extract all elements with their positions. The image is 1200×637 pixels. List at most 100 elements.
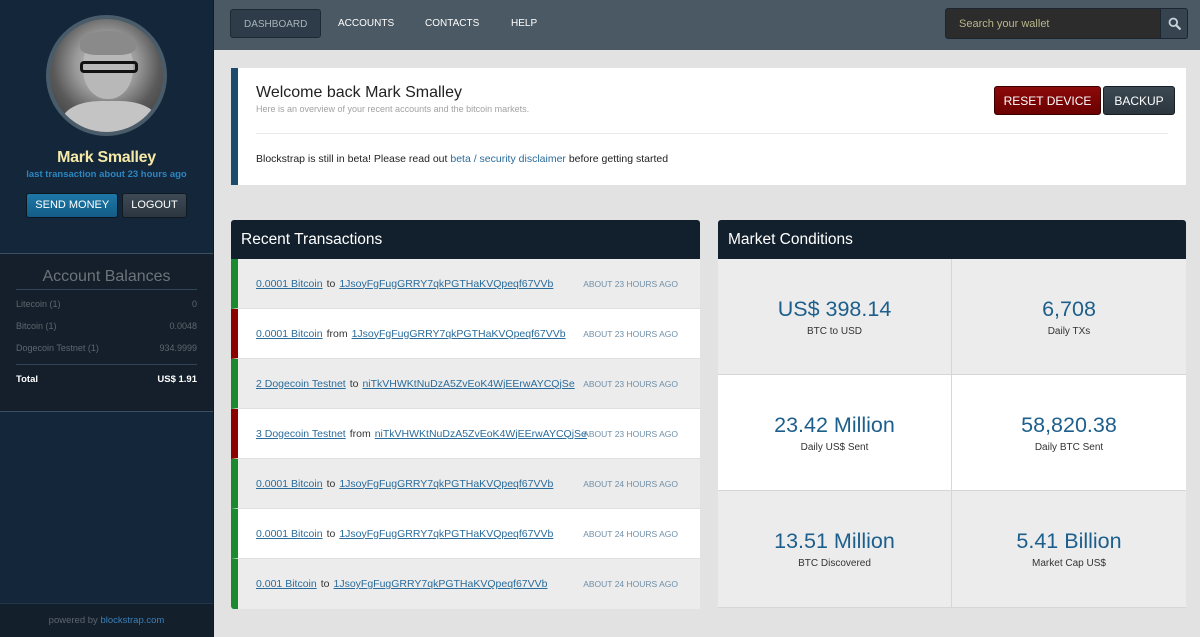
sidebar: Mark Smalley last transaction about 23 h… <box>0 0 214 637</box>
reset-device-button[interactable]: RESET DEVICE <box>994 86 1101 115</box>
transaction-time: ABOUT 23 HOURS AGO <box>583 328 678 339</box>
transaction-amount-link[interactable]: 0.0001 Bitcoin <box>256 278 323 290</box>
market-stats-grid: US$ 398.14 BTC to USD 6,708 Daily TXs 23.42 … <box>718 259 1186 608</box>
send-money-button[interactable]: SEND MONEY <box>26 193 119 218</box>
transaction-address-link[interactable]: niTkVHWKtNuDzA5ZvEoK4WjEErwAYCQjSe <box>362 378 574 390</box>
balance-row-bitcoin[interactable]: Bitcoin (1) 0.0048 <box>16 315 197 337</box>
welcome-divider <box>256 133 1168 134</box>
market-stat-value: 13.51 Million <box>774 529 895 553</box>
avatar[interactable] <box>46 15 167 136</box>
market-stat-cell: 58,820.38 Daily BTC Sent <box>952 375 1186 491</box>
powered-by-text: powered by <box>48 615 98 626</box>
market-stat-label: BTC to USD <box>806 325 862 337</box>
transaction-direction: to <box>326 277 336 290</box>
transaction-amount-link[interactable]: 0.0001 Bitcoin <box>256 328 323 340</box>
market-stat-value: 6,708 <box>1042 296 1096 321</box>
transaction-address-link[interactable]: 1JsoyFgFugGRRY7qkPGTHaKVQpeqf67VVb <box>339 528 553 540</box>
market-stat-label: BTC Discovered <box>798 558 871 569</box>
nav-tab-accounts[interactable]: ACCOUNTS <box>325 9 407 38</box>
wallet-search <box>945 8 1200 39</box>
transaction-time: ABOUT 23 HOURS AGO <box>583 378 678 389</box>
transaction-amount-link[interactable]: 3 Dogecoin Testnet <box>256 428 346 440</box>
transaction-time: ABOUT 23 HOURS AGO <box>583 278 678 289</box>
market-conditions-panel: Market Conditions US$ 398.14 BTC to USD 6,… <box>718 220 1186 610</box>
search-button[interactable] <box>1161 8 1188 39</box>
balance-total-label: Total <box>16 374 38 385</box>
market-stat-label: Daily US$ Sent <box>800 441 869 453</box>
transaction-direction: to <box>326 477 336 490</box>
market-stat-label: Daily BTC Sent <box>1034 441 1104 453</box>
top-navigation: DASHBOARD ACCOUNTS CONTACTS HELP <box>214 0 1200 50</box>
transaction-amount-link[interactable]: 0.0001 Bitcoin <box>256 528 323 540</box>
profile-buttons: SEND MONEY LOGOUT <box>0 193 213 218</box>
market-stat-cell: 23.42 Million Daily US$ Sent <box>718 375 952 491</box>
avatar-body-shape <box>62 101 158 132</box>
balance-label: Dogecoin Testnet (1) <box>16 343 99 353</box>
transaction-row[interactable]: 0.0001 Bitcoin to 1JsoyFgFugGRRY7qkPGTHaKV… <box>231 459 700 509</box>
market-conditions-title: Market Conditions <box>718 220 1186 259</box>
transaction-row[interactable]: 0.0001 Bitcoin from 1JsoyFgFugGRRY7qkPGTHa… <box>231 309 700 359</box>
avatar-glasses-shape <box>80 61 138 73</box>
market-stat-value: 58,820.38 <box>1021 412 1117 437</box>
market-stat-cell: US$ 398.14 BTC to USD <box>718 259 952 375</box>
nav-tab-dashboard[interactable]: DASHBOARD <box>230 9 322 38</box>
recent-transactions-title: Recent Transactions <box>231 220 700 259</box>
logout-button[interactable]: LOGOUT <box>122 193 187 218</box>
security-disclaimer-link[interactable]: beta / security disclaimer <box>450 153 566 165</box>
account-balances: Account Balances Litecoin (1) 0 Bitcoin … <box>0 253 213 412</box>
market-stat-label: Daily TXs <box>1047 325 1091 337</box>
transaction-address-link[interactable]: 1JsoyFgFugGRRY7qkPGTHaKVQpeqf67VVb <box>352 328 566 340</box>
transaction-direction: to <box>326 527 336 540</box>
backup-button[interactable]: BACKUP <box>1103 86 1175 115</box>
transaction-address-link[interactable]: niTkVHWKtNuDzA5ZvEoK4WjEErwAYCQjSe <box>375 428 587 440</box>
search-input[interactable] <box>945 8 1161 39</box>
account-balances-title: Account Balances <box>16 268 197 290</box>
beta-notice-text-end: before getting started <box>568 153 669 165</box>
transaction-row[interactable]: 0.001 Bitcoin to 1JsoyFgFugGRRY7qkPGTHaKVQ… <box>231 559 700 609</box>
transaction-time: ABOUT 24 HOURS AGO <box>583 528 678 539</box>
transaction-time: ABOUT 24 HOURS AGO <box>583 579 678 589</box>
profile-section: Mark Smalley last transaction about 23 h… <box>0 0 213 253</box>
transaction-direction: to <box>320 578 330 590</box>
market-stat-cell: 13.51 Million BTC Discovered <box>718 491 952 608</box>
transaction-amount-link[interactable]: 0.0001 Bitcoin <box>256 478 323 490</box>
last-transaction-text: last transaction about 23 hours ago <box>26 169 187 180</box>
market-stat-value: 23.42 Million <box>774 412 895 437</box>
transaction-direction: from <box>326 327 348 340</box>
market-stat-cell: 5.41 Billion Market Cap US$ <box>952 491 1186 608</box>
market-stat-label: Market Cap US$ <box>1032 558 1106 569</box>
welcome-subtitle: Here is an overview of your recent accou… <box>256 104 530 114</box>
transaction-row[interactable]: 2 Dogecoin Testnet to niTkVHWKtNuDzA5ZvEoK… <box>231 359 700 409</box>
welcome-title: Welcome back Mark Smalley <box>256 84 462 101</box>
transaction-amount-link[interactable]: 0.001 Bitcoin <box>256 578 317 590</box>
transaction-address-link[interactable]: 1JsoyFgFugGRRY7qkPGTHaKVQpeqf67VVb <box>339 278 553 290</box>
beta-notice-text: Blockstrap is still in beta! Please read… <box>256 153 448 165</box>
welcome-panel: Welcome back Mark Smalley Here is an ove… <box>231 68 1186 185</box>
market-stat-value: 5.41 Billion <box>1016 529 1122 553</box>
transaction-direction: from <box>349 427 371 440</box>
balance-value: 0 <box>191 299 197 309</box>
transaction-row[interactable]: 3 Dogecoin Testnet from niTkVHWKtNuDzA5ZvE… <box>231 409 700 459</box>
sidebar-footer: powered by blockstrap.com <box>0 603 213 637</box>
market-stat-cell: 6,708 Daily TXs <box>952 259 1186 375</box>
transaction-address-link[interactable]: 1JsoyFgFugGRRY7qkPGTHaKVQpeqf67VVb <box>333 578 547 590</box>
transaction-direction: to <box>349 377 359 390</box>
nav-tab-contacts[interactable]: CONTACTS <box>412 9 492 38</box>
avatar-hair-shape <box>80 31 136 55</box>
balance-total-row: Total US$ 1.91 <box>16 364 197 390</box>
balance-total-value: US$ 1.91 <box>157 374 197 385</box>
transaction-time: ABOUT 24 HOURS AGO <box>583 478 678 489</box>
transaction-address-link[interactable]: 1JsoyFgFugGRRY7qkPGTHaKVQpeqf67VVb <box>339 478 553 490</box>
transaction-amount-link[interactable]: 2 Dogecoin Testnet <box>256 378 346 390</box>
transaction-row[interactable]: 0.0001 Bitcoin to 1JsoyFgFugGRRY7qkPGTHaKV… <box>231 259 700 309</box>
balance-row-litecoin[interactable]: Litecoin (1) 0 <box>16 293 197 315</box>
balance-row-dogecoin-testnet[interactable]: Dogecoin Testnet (1) 934.9999 <box>16 337 197 359</box>
blockstrap-link[interactable]: blockstrap.com <box>100 615 164 626</box>
beta-notice: Blockstrap is still in beta! Please read… <box>256 153 668 165</box>
search-icon <box>1168 17 1181 30</box>
balance-value: 934.9999 <box>159 343 197 353</box>
user-name: Mark Smalley <box>57 149 156 166</box>
balance-label: Bitcoin (1) <box>16 321 57 331</box>
nav-tab-help[interactable]: HELP <box>498 9 550 38</box>
transaction-row[interactable]: 0.0001 Bitcoin to 1JsoyFgFugGRRY7qkPGTHaKV… <box>231 509 700 559</box>
